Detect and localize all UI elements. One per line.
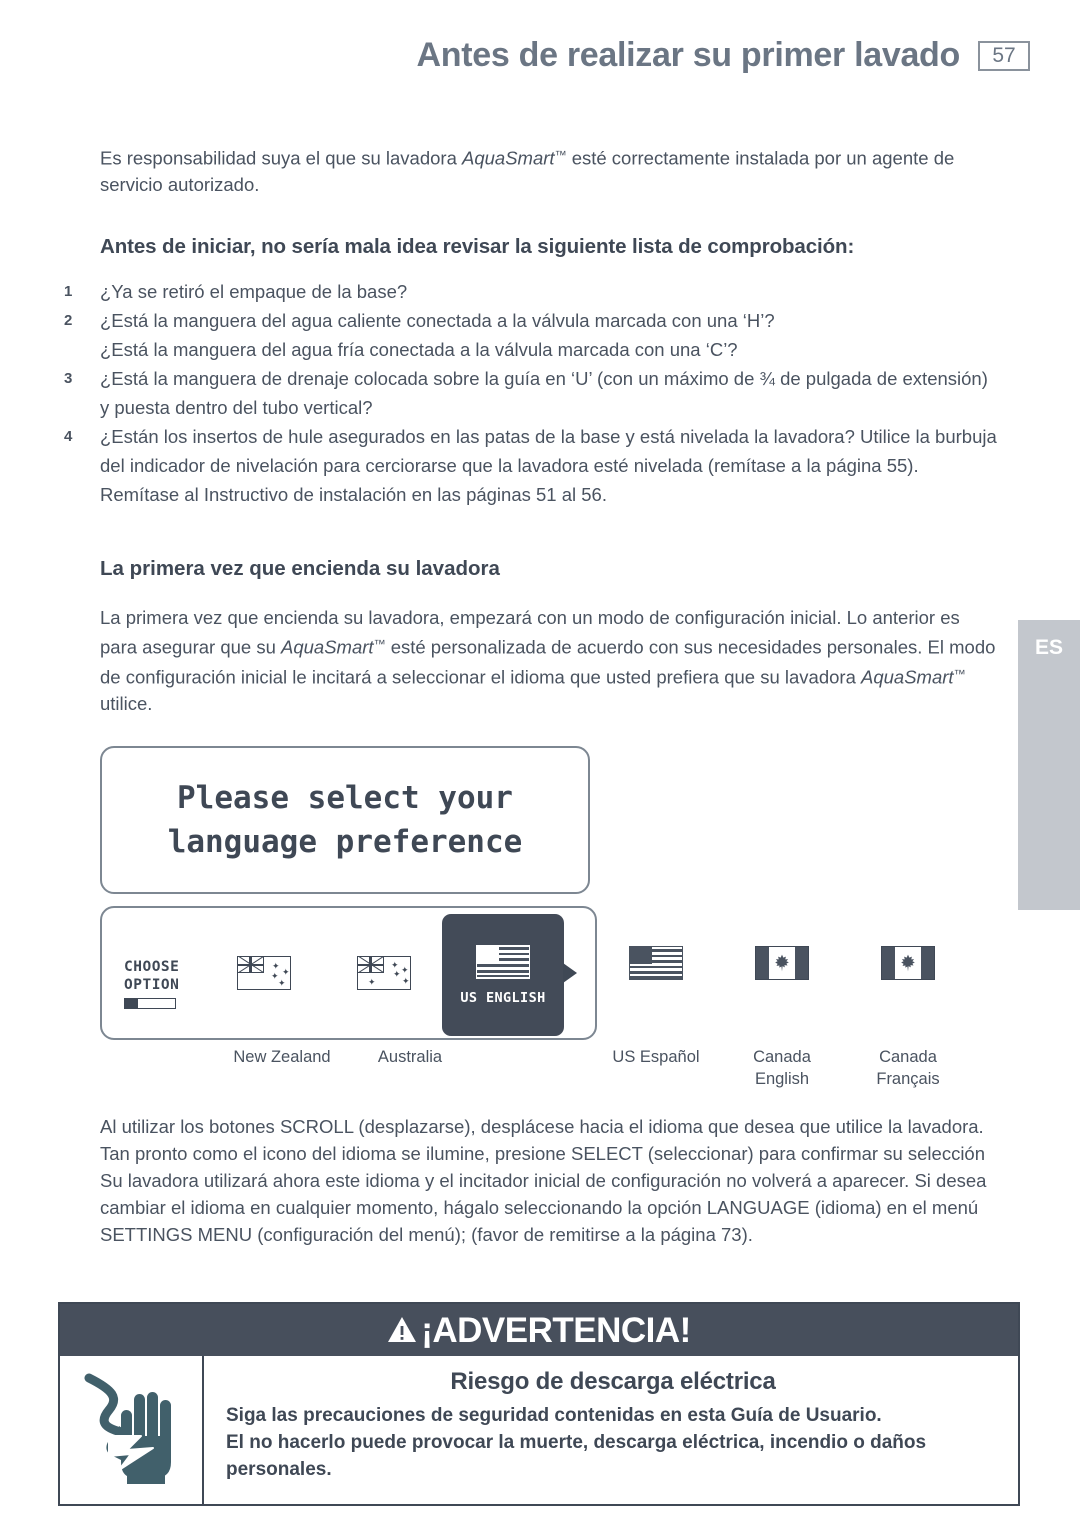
caption-line-2: English [754,1070,810,1088]
checklist-item-2: 2 ¿Está la manguera del agua caliente co… [64,306,1000,364]
flag-tile-us-espanol[interactable] [629,946,683,980]
canada-flag-icon [881,946,935,980]
flag-caption-row: New Zealand Australia US Español Canada E… [100,1046,1000,1102]
checklist-heading: Antes de iniciar, no sería mala idea rev… [100,235,855,259]
us-flag-stripe [630,965,682,969]
lcd-message-line-2: language preference [167,824,523,860]
us-flag-stripe [651,954,682,958]
warning-body: Riesgo de descarga eléctrica Siga las pr… [60,1356,1018,1504]
scroll-instructions-paragraph: Al utilizar los botones SCROLL (desplaza… [100,1116,987,1245]
warning-line-1: Siga las precauciones de seguridad conte… [226,1405,882,1426]
caption-canada-francais: Canada Français [838,1046,978,1090]
page-number-badge: 57 [978,40,1030,71]
canada-flag-band [921,947,934,979]
canada-flag-icon [755,946,809,980]
intro-paragraph: Es responsabilidad suya el que su lavado… [100,142,960,198]
us-flag-stripe [630,976,682,979]
page-header: Antes de realizar su primer lavado 57 [0,36,1030,75]
checklist-item-text: ¿Está la manguera del agua caliente cone… [100,310,775,332]
lcd-illustration: Please select your language preference C… [100,746,1000,1088]
trademark-symbol: ™ [953,666,966,681]
canada-flag-band [882,947,895,979]
page-number: 57 [992,43,1016,67]
checklist-item-text: ¿Ya se retiró el empaque de la base? [100,281,408,303]
checklist-item-text: ¿Están los insertos de hule asegurados e… [100,426,997,506]
brand-name: AquaSmart [281,636,374,658]
lcd-message-panel: Please select your language preference [100,746,590,894]
canada-flag-band [756,947,769,979]
checklist-item-subline: ¿Está la manguera del agua fría conectad… [100,339,738,361]
brand-name: AquaSmart [462,147,555,169]
maple-leaf-icon [775,954,789,972]
us-flag-stripe [651,948,682,952]
us-flag-icon [629,946,683,980]
warning-box: ¡ADVERTENCIA! Riesgo de descarga eléctri… [58,1302,1020,1506]
language-side-tab-es: ES [1018,620,1080,910]
main-content: Es responsabilidad suya el que su lavado… [64,142,1000,717]
checklist-item-number: 4 [64,428,73,446]
warning-triangle-icon [388,1317,417,1342]
warning-text-cell: Riesgo de descarga eléctrica Siga las pr… [204,1356,1018,1504]
checklist-item-3: 3 ¿Está la manguera de drenaje colocada … [64,364,1000,422]
first-use-paragraph: La primera vez que encienda su lavadora,… [100,581,1000,717]
caption-line-1: Canada [753,1048,811,1066]
caption-canada-english: Canada English [712,1046,852,1090]
us-flag-canton [630,947,652,965]
caption-line-2: Français [876,1070,940,1088]
maple-leaf-icon [901,954,915,972]
caption-line-1: Canada [879,1048,937,1066]
checklist-item-text: ¿Está la manguera de drenaje colocada so… [100,368,988,419]
warning-header: ¡ADVERTENCIA! [60,1304,1018,1356]
warning-icon-cell [60,1356,204,1504]
warning-line-2: El no hacerlo puede provocar la muerte, … [226,1432,927,1453]
caption-australia: Australia [377,1048,443,1066]
warning-subtitle: Riesgo de descarga eléctrica [450,1368,776,1395]
flag-tile-canada-english[interactable] [755,946,809,980]
checklist-item-number: 1 [64,283,73,301]
intro-text-a: Es responsabilidad suya el que su lavado… [100,147,463,169]
outside-flag-group [100,946,1000,1016]
first-use-heading: La primera vez que encienda su lavadora [100,557,500,581]
canada-flag-band [795,947,808,979]
warning-line-3: personales. [226,1459,332,1480]
caption-us-espanol: US Español [612,1048,700,1066]
lcd-message-line-1: Please select your [177,780,513,816]
trademark-symbol: ™ [554,148,567,162]
checklist-item-1: 1 ¿Ya se retiró el empaque de la base? [64,277,1000,306]
electric-shock-hand-icon [84,1373,171,1484]
checklist-item-4: 4 ¿Están los insertos de hule asegurados… [64,422,1000,509]
side-tab-label: ES [1034,636,1063,659]
brand-name: AquaSmart [861,666,954,688]
scroll-instructions-block: Al utilizar los botones SCROLL (desplaza… [100,1113,1000,1248]
trademark-symbol: ™ [373,637,386,652]
first-use-text-c: utilice. [100,693,153,715]
checklist-item-number: 3 [64,370,73,388]
us-flag-stripe [651,960,682,964]
checklist: 1 ¿Ya se retiró el empaque de la base? 2… [64,259,1000,509]
us-flag-stripe [630,971,682,974]
caption-new-zealand: New Zealand [233,1048,331,1066]
flag-tile-canada-francais[interactable] [881,946,935,980]
warning-title: ¡ADVERTENCIA! [421,1310,691,1350]
checklist-item-number: 2 [64,312,73,330]
page-title: Antes de realizar su primer lavado [416,36,961,74]
